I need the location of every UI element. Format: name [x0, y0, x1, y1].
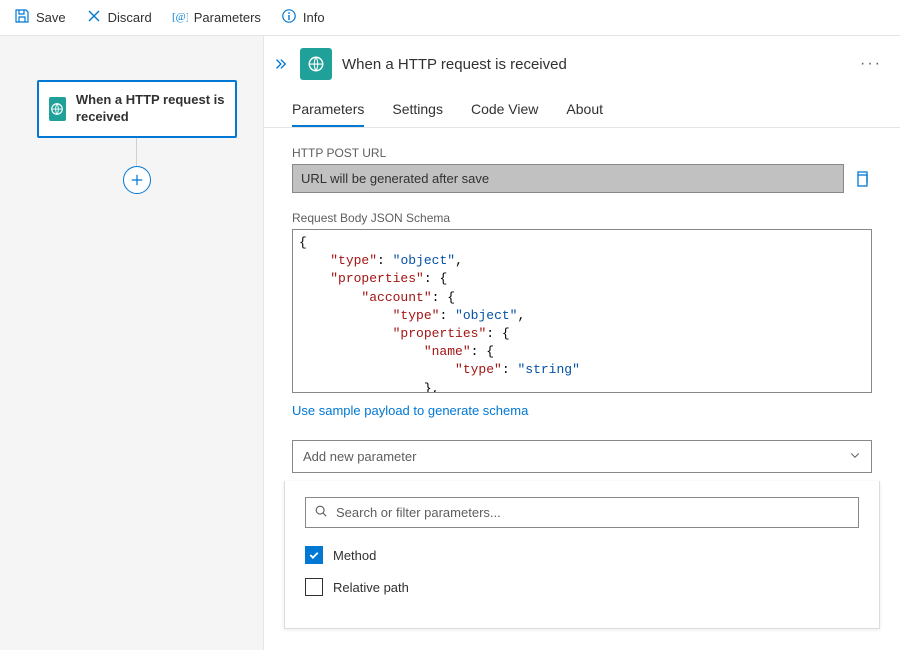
- info-icon: [281, 8, 297, 27]
- chevron-down-icon: [849, 449, 861, 464]
- http-request-icon: [49, 97, 66, 121]
- option-relative-path-label: Relative path: [333, 580, 409, 595]
- tab-bar: Parameters Settings Code View About: [264, 92, 900, 128]
- search-icon: [314, 504, 328, 521]
- tab-about[interactable]: About: [566, 101, 603, 127]
- trigger-node[interactable]: When a HTTP request is received: [37, 80, 237, 138]
- parameter-search[interactable]: [305, 497, 859, 528]
- tab-code-view[interactable]: Code View: [471, 101, 538, 127]
- parameter-search-input[interactable]: [336, 505, 850, 520]
- sample-payload-link[interactable]: Use sample payload to generate schema: [292, 403, 528, 418]
- parameters-icon: [@]: [172, 8, 188, 27]
- checkbox-method[interactable]: [305, 546, 323, 564]
- url-field: URL will be generated after save: [292, 164, 844, 193]
- save-icon: [14, 8, 30, 27]
- panel-title: When a HTTP request is received: [342, 56, 850, 73]
- save-label: Save: [36, 10, 66, 25]
- trigger-node-title: When a HTTP request is received: [76, 92, 225, 126]
- info-label: Info: [303, 10, 325, 25]
- collapse-button[interactable]: [270, 54, 290, 74]
- parameters-button[interactable]: [@] Parameters: [164, 4, 269, 31]
- panel-header: When a HTTP request is received ···: [264, 36, 900, 92]
- checkbox-relative-path[interactable]: [305, 578, 323, 596]
- discard-button[interactable]: Discard: [78, 4, 160, 31]
- option-method-label: Method: [333, 548, 376, 563]
- discard-icon: [86, 8, 102, 27]
- add-parameter-dropdown[interactable]: Add new parameter: [292, 440, 872, 473]
- schema-textarea[interactable]: { "type": "object", "properties": { "acc…: [292, 229, 872, 393]
- option-relative-path[interactable]: Relative path: [305, 578, 859, 596]
- tab-parameters[interactable]: Parameters: [292, 101, 364, 127]
- schema-label: Request Body JSON Schema: [292, 211, 872, 225]
- http-request-icon: [300, 48, 332, 80]
- designer-canvas: When a HTTP request is received: [0, 36, 264, 650]
- option-method[interactable]: Method: [305, 546, 859, 564]
- add-parameter-panel: Method Relative path: [284, 481, 880, 629]
- more-menu-button[interactable]: ···: [860, 55, 882, 73]
- svg-text:[@]: [@]: [172, 11, 188, 23]
- tab-settings[interactable]: Settings: [392, 101, 443, 127]
- copy-url-button[interactable]: [852, 169, 872, 189]
- url-label: HTTP POST URL: [292, 146, 872, 160]
- info-button[interactable]: Info: [273, 4, 333, 31]
- details-panel: When a HTTP request is received ··· Para…: [264, 36, 900, 650]
- discard-label: Discard: [108, 10, 152, 25]
- parameters-label: Parameters: [194, 10, 261, 25]
- add-step-button[interactable]: [123, 166, 151, 194]
- connector-line: [136, 138, 137, 166]
- toolbar: Save Discard [@] Parameters Info: [0, 0, 900, 36]
- panel-body: HTTP POST URL URL will be generated afte…: [264, 128, 900, 650]
- save-button[interactable]: Save: [6, 4, 74, 31]
- add-parameter-label: Add new parameter: [303, 449, 416, 464]
